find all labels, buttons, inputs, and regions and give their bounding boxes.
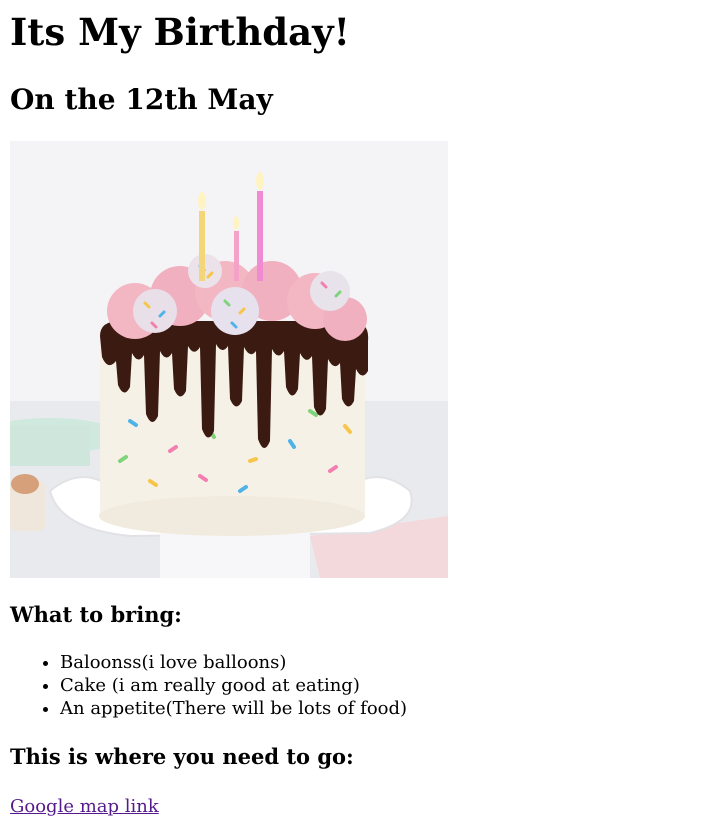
date-subtitle: On the 12th May [10, 83, 273, 116]
bring-list: Baloonss(i love balloons) Cake (i am rea… [10, 651, 407, 720]
list-item: Baloonss(i love balloons) [60, 651, 407, 674]
list-item: Cake (i am really good at eating) [60, 674, 407, 697]
list-item: An appetite(There will be lots of food) [60, 697, 407, 720]
google-map-link[interactable]: Google map link [10, 795, 159, 818]
birthday-cake-image [10, 141, 448, 578]
bring-heading: What to bring: [10, 602, 182, 627]
page-title: Its My Birthday! [10, 10, 350, 54]
location-heading: This is where you need to go: [10, 744, 354, 769]
